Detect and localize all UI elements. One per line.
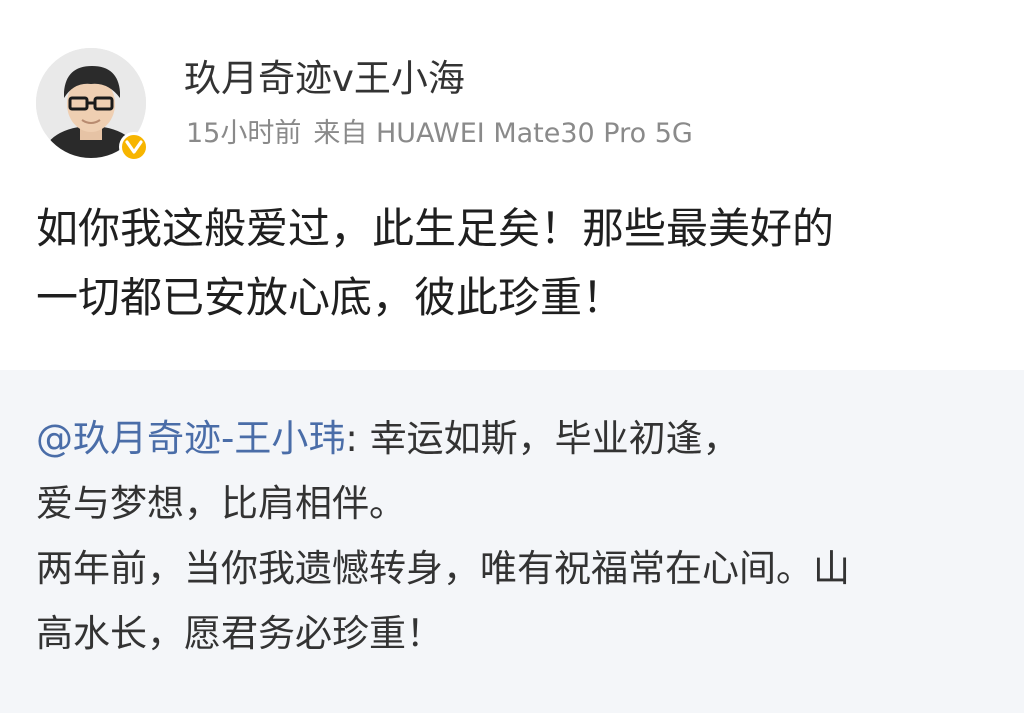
repost-card[interactable]: @玖月奇迹-王小玮: 幸运如斯，毕业初逢， 爱与梦想，比肩相伴。 两年前，当你我… [0,370,1024,713]
source-prefix: 来自 [313,118,368,149]
repost-line-text: : 幸运如斯，毕业初逢， [345,417,740,460]
author-name[interactable]: 玖月奇迹v王小海 [184,56,465,102]
repost-line: 爱与梦想，比肩相伴。 [36,482,406,525]
post-line: 如你我这般爱过，此生足矣！那些最美好的 [36,204,835,253]
post-line: 一切都已安放心底，彼此珍重！ [36,273,625,322]
post-meta: 15小时前 来自 HUAWEI Mate30 Pro 5G [186,114,693,154]
repost-content: @玖月奇迹-王小玮: 幸运如斯，毕业初逢， 爱与梦想，比肩相伴。 两年前，当你我… [36,406,996,666]
source-device[interactable]: HUAWEI Mate30 Pro 5G [376,118,693,149]
repost-line: @玖月奇迹-王小玮: 幸运如斯，毕业初逢， [36,406,996,471]
avatar-container[interactable] [36,48,149,162]
post-content: 如你我这般爱过，此生足矣！那些最美好的 一切都已安放心底，彼此珍重！ [36,194,996,332]
post-time: 15小时前 [186,118,302,149]
repost-line: 高水长，愿君务必珍重！ [36,612,443,655]
repost-mention-link[interactable]: @玖月奇迹-王小玮 [36,417,345,460]
weibo-post: 玖月奇迹v王小海 15小时前 来自 HUAWEI Mate30 Pro 5G 如你… [0,0,1024,713]
verified-v-icon [125,140,143,154]
repost-line: 两年前，当你我遗憾转身，唯有祝福常在心间。山 [36,547,850,590]
verified-badge [119,132,149,162]
